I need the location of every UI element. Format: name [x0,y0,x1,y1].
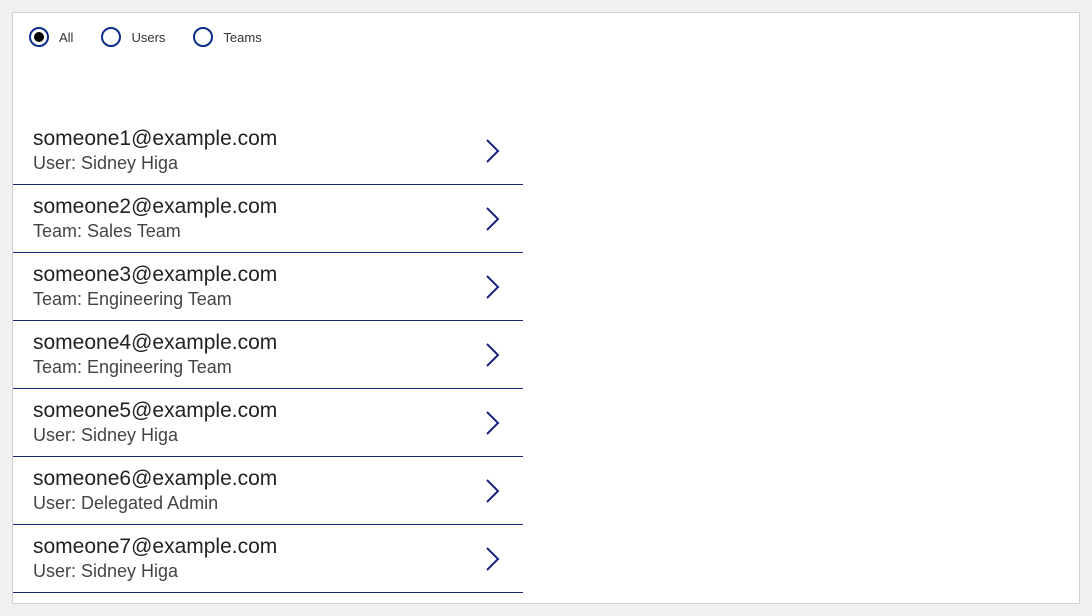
list-item-texts: someone4@example.com Team: Engineering T… [33,331,277,378]
filter-radio-all[interactable]: All [29,27,73,47]
list-item-detail: User: Sidney Higa [33,425,277,446]
list-item-detail: User: Delegated Admin [33,493,277,514]
chevron-right-icon [483,409,503,437]
chevron-right-icon [483,273,503,301]
chevron-right-icon [483,205,503,233]
filter-label-users: Users [131,30,165,45]
filter-radio-users[interactable]: Users [101,27,165,47]
list-item[interactable]: someone3@example.com Team: Engineering T… [13,253,523,321]
filter-radio-teams[interactable]: Teams [193,27,261,47]
radio-icon [193,27,213,47]
list-item-email: someone1@example.com [33,127,277,151]
list-item-texts: someone2@example.com Team: Sales Team [33,195,277,242]
list-item[interactable]: someone2@example.com Team: Sales Team [13,185,523,253]
filter-label-all: All [59,30,73,45]
list-item-texts: someone7@example.com User: Sidney Higa [33,535,277,582]
list-item-email: someone4@example.com [33,331,277,355]
list-item[interactable]: someone5@example.com User: Sidney Higa [13,389,523,457]
list-item[interactable]: someone7@example.com User: Sidney Higa [13,525,523,593]
list-item-detail: Team: Sales Team [33,221,277,242]
list-item[interactable]: someone1@example.com User: Sidney Higa [13,113,523,185]
radio-icon [29,27,49,47]
radio-icon [101,27,121,47]
list-item-email: someone7@example.com [33,535,277,559]
chevron-right-icon [483,477,503,505]
list-item-detail: User: Sidney Higa [33,561,277,582]
list-item-detail: Team: Engineering Team [33,289,277,310]
chevron-right-icon [483,137,503,165]
app-frame: All Users Teams someone1@example.com Use… [12,12,1080,604]
list-item[interactable]: someone4@example.com Team: Engineering T… [13,321,523,389]
mailbox-list[interactable]: someone1@example.com User: Sidney Higa s… [13,113,523,601]
list-item-detail: User: Sidney Higa [33,153,277,174]
list-item[interactable]: someone6@example.com User: Delegated Adm… [13,457,523,525]
chevron-right-icon [483,341,503,369]
list-item-texts: someone1@example.com User: Sidney Higa [33,127,277,174]
list-item-texts: someone6@example.com User: Delegated Adm… [33,467,277,514]
list-item-texts: someone3@example.com Team: Engineering T… [33,263,277,310]
chevron-right-icon [483,545,503,573]
filter-bar: All Users Teams [13,13,1079,47]
list-item-email: someone6@example.com [33,467,277,491]
list-item-email: someone5@example.com [33,399,277,423]
list-item-texts: someone5@example.com User: Sidney Higa [33,399,277,446]
filter-label-teams: Teams [223,30,261,45]
list-item-email: someone2@example.com [33,195,277,219]
list-item-email: someone3@example.com [33,263,277,287]
list-item-detail: Team: Engineering Team [33,357,277,378]
